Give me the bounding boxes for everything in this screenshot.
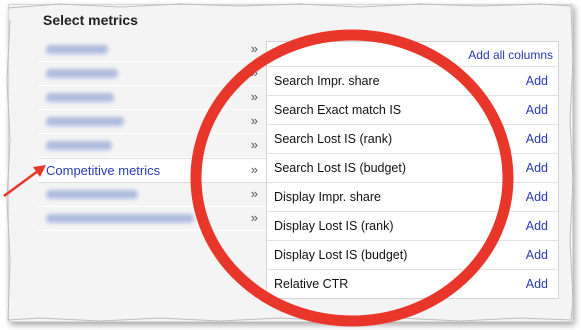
blurred-label xyxy=(46,214,194,223)
metric-label: Relative CTR xyxy=(274,277,349,291)
chevron-right-icon: » xyxy=(250,210,258,225)
blurred-label xyxy=(46,141,112,150)
blurred-label xyxy=(46,190,138,199)
category-list: » » » » » Competitive metrics » » » xyxy=(38,38,266,231)
category-item-competitive-metrics[interactable]: Competitive metrics » xyxy=(38,158,266,183)
metric-label: Search Lost IS (budget) xyxy=(274,161,407,175)
metric-label: Search Impr. share xyxy=(274,74,380,88)
metric-row: Relative CTR Add xyxy=(267,269,558,298)
metric-label: Search Exact match IS xyxy=(274,103,402,117)
blurred-label xyxy=(46,93,114,102)
metric-row: Display Lost IS (budget) Add xyxy=(267,240,558,269)
add-metric-link[interactable]: Add xyxy=(526,277,548,291)
metric-row: Display Impr. share Add xyxy=(267,182,558,211)
metric-label: Display Lost IS (rank) xyxy=(274,219,394,233)
blurred-label xyxy=(46,69,118,78)
metric-row: Search Exact match IS Add xyxy=(267,95,558,124)
chevron-right-icon: » xyxy=(250,186,258,201)
add-metric-link[interactable]: Add xyxy=(526,132,548,146)
metric-label: Display Lost IS (budget) xyxy=(274,248,408,262)
category-item-label: Competitive metrics xyxy=(46,163,161,178)
chevron-right-icon: » xyxy=(250,113,258,128)
add-metric-link[interactable]: Add xyxy=(526,74,548,88)
add-metric-link[interactable]: Add xyxy=(526,219,548,233)
add-metric-link[interactable]: Add xyxy=(526,190,548,204)
blurred-label xyxy=(46,45,108,54)
category-item-blurred-2[interactable]: » xyxy=(38,62,266,86)
metric-row: Search Lost IS (budget) Add xyxy=(267,153,558,182)
category-item-blurred-1[interactable]: » xyxy=(38,38,266,62)
category-item-blurred-3[interactable]: » xyxy=(38,86,266,110)
category-item-blurred-6[interactable]: » xyxy=(38,183,266,207)
metric-panel: Add all columns Search Impr. share Add S… xyxy=(266,41,559,299)
blurred-label xyxy=(46,117,124,126)
add-metric-link[interactable]: Add xyxy=(526,248,548,262)
metric-row: Search Impr. share Add xyxy=(267,66,558,95)
chevron-right-icon: » xyxy=(250,41,258,56)
dialog-title: Select metrics xyxy=(43,12,138,28)
metric-label: Display Impr. share xyxy=(274,190,381,204)
metric-row: Search Lost IS (rank) Add xyxy=(267,124,558,153)
add-metric-link[interactable]: Add xyxy=(526,161,548,175)
chevron-right-icon: » xyxy=(250,89,258,104)
metric-label: Search Lost IS (rank) xyxy=(274,132,393,146)
category-item-blurred-7[interactable]: » xyxy=(38,207,266,231)
add-metric-link[interactable]: Add xyxy=(526,103,548,117)
chevron-right-icon: » xyxy=(250,137,258,152)
category-item-blurred-5[interactable]: » xyxy=(38,134,266,158)
category-item-blurred-4[interactable]: » xyxy=(38,110,266,134)
chevron-right-icon: » xyxy=(250,65,258,80)
metric-row: Display Lost IS (rank) Add xyxy=(267,211,558,240)
chevron-right-icon: » xyxy=(250,162,258,177)
add-all-columns-link[interactable]: Add all columns xyxy=(468,48,553,62)
